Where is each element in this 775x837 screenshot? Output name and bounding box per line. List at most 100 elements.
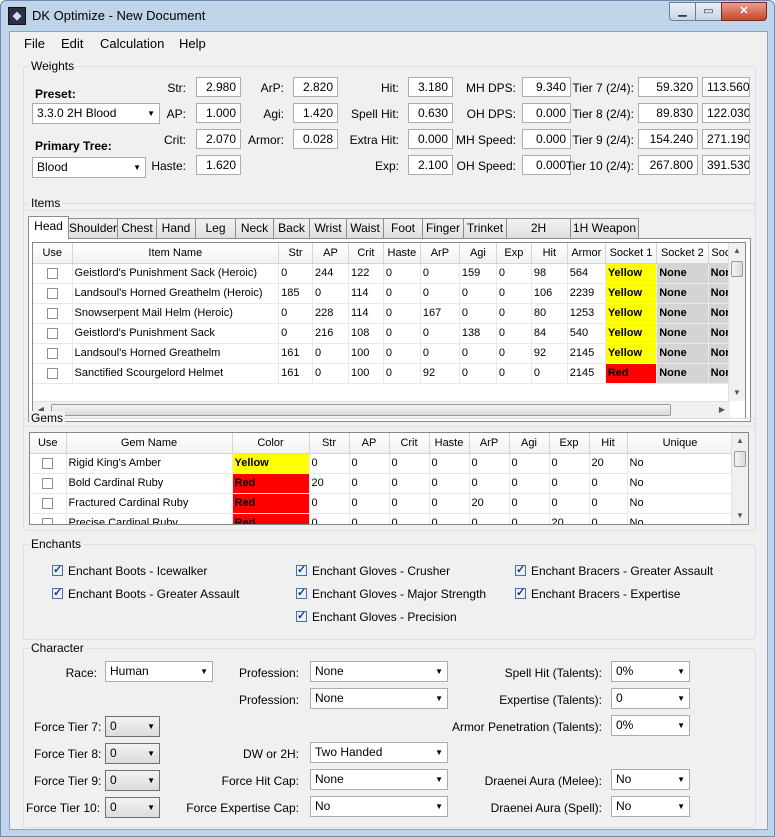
stat-cell[interactable]: 100 <box>348 343 384 364</box>
stat-cell[interactable]: 0 <box>459 343 497 364</box>
gem-name-cell[interactable]: Bold Cardinal Ruby <box>66 473 233 494</box>
socket-cell[interactable]: None <box>656 263 709 284</box>
column-header[interactable]: Hit <box>531 243 568 264</box>
stat-cell[interactable]: 0 <box>312 283 349 304</box>
gem-name-cell[interactable]: Fractured Cardinal Ruby <box>66 493 233 514</box>
stat-cell[interactable]: 0 <box>496 283 532 304</box>
tier7-2pc-field[interactable]: 59.320 <box>638 77 698 97</box>
table-row[interactable]: Geistlord's Punishment Sack (Heroic) 0 244… <box>33 263 730 284</box>
gem-color-cell[interactable]: Red <box>232 493 310 514</box>
stat-cell[interactable]: 0 <box>496 363 532 384</box>
stat-cell[interactable]: 92 <box>531 343 568 364</box>
force-tier10-select[interactable]: 0 ▼ <box>105 797 160 818</box>
items-grid[interactable]: Use Item Name Str AP Crit Haste ArP Agi Exp Hit Ar… <box>32 242 746 419</box>
socket-cell[interactable]: None <box>708 263 730 284</box>
stat-cell[interactable]: 0 <box>589 493 628 514</box>
stat-cell[interactable]: 0 <box>496 343 532 364</box>
stat-cell[interactable]: 0 <box>312 363 349 384</box>
socket-cell[interactable]: Yellow <box>605 263 658 284</box>
stat-cell[interactable]: 0 <box>549 493 590 514</box>
stat-cell[interactable]: 0 <box>389 493 430 514</box>
stat-cell[interactable]: 80 <box>531 303 568 324</box>
tab-hand[interactable]: Hand <box>156 218 196 238</box>
stat-cell[interactable]: 0 <box>469 473 510 494</box>
use-cell[interactable] <box>30 473 67 494</box>
enchant-gloves-major-strength[interactable]: Enchant Gloves - Major Strength <box>296 586 486 601</box>
socket-cell[interactable]: Yellow <box>605 323 658 344</box>
column-header[interactable]: Hit <box>589 433 628 454</box>
table-row[interactable]: Fractured Cardinal Ruby Red 0 0 0 0 20 0 0 0 No <box>30 493 733 514</box>
stat-cell[interactable]: 2145 <box>567 343 606 364</box>
gems-vertical-scrollbar[interactable]: ▲ ▼ <box>731 433 748 524</box>
item-name-cell[interactable]: Sanctified Scourgelord Helmet <box>72 363 280 384</box>
tier7-4pc-field[interactable]: 113.560 <box>702 77 750 97</box>
stat-cell[interactable]: 0 <box>383 263 421 284</box>
stat-cell[interactable]: 0 <box>383 363 421 384</box>
stat-cell[interactable]: 0 <box>420 343 460 364</box>
primary-tree-select[interactable]: Blood ▼ <box>32 157 146 178</box>
tab-finger[interactable]: Finger <box>422 218 464 238</box>
checkbox-checked-icon[interactable] <box>515 563 526 576</box>
enchant-boots-greater-assault[interactable]: Enchant Boots - Greater Assault <box>52 586 239 601</box>
socket-cell[interactable]: None <box>708 303 730 324</box>
stat-cell[interactable]: 84 <box>531 323 568 344</box>
column-header[interactable]: Armor <box>567 243 606 264</box>
column-header[interactable]: Use <box>33 243 73 264</box>
stat-cell[interactable]: 0 <box>429 493 470 514</box>
use-cell[interactable] <box>30 513 67 524</box>
socket-cell[interactable]: None <box>708 363 730 384</box>
stat-cell[interactable]: 0 <box>459 283 497 304</box>
minimize-button[interactable]: ▁ <box>669 2 696 21</box>
stat-cell[interactable]: 161 <box>278 363 313 384</box>
menu-edit[interactable]: Edit <box>61 36 83 51</box>
force-expertise-cap-select[interactable]: No ▼ <box>310 796 448 817</box>
checkbox-icon[interactable] <box>42 457 54 469</box>
scroll-thumb[interactable] <box>734 451 746 467</box>
tab-2h-weapon[interactable]: 2H Weapon <box>506 218 571 253</box>
socket-cell[interactable]: None <box>708 323 730 344</box>
checkbox-checked-icon[interactable] <box>52 586 63 599</box>
column-header[interactable]: ArP <box>420 243 460 264</box>
column-header[interactable]: Haste <box>383 243 421 264</box>
tier9-2pc-field[interactable]: 154.240 <box>638 129 698 149</box>
stat-cell[interactable]: 0 <box>383 323 421 344</box>
use-cell[interactable] <box>33 283 73 304</box>
socket-cell[interactable]: Yellow <box>605 303 658 324</box>
stat-cell[interactable]: 216 <box>312 323 349 344</box>
column-header[interactable]: Str <box>278 243 313 264</box>
column-header[interactable]: Color <box>232 433 310 454</box>
stat-cell[interactable]: 0 <box>278 263 313 284</box>
dw-or-2h-select[interactable]: Two Handed ▼ <box>310 742 448 763</box>
profession2-select[interactable]: None ▼ <box>310 688 448 709</box>
socket-cell[interactable]: Yellow <box>605 343 658 364</box>
enchant-gloves-crusher[interactable]: Enchant Gloves - Crusher <box>296 563 450 578</box>
column-header[interactable]: Str <box>309 433 350 454</box>
stat-cell[interactable]: 20 <box>589 453 628 474</box>
armor-weight-field[interactable]: 0.028 <box>293 129 338 149</box>
force-tier7-select[interactable]: 0 ▼ <box>105 716 160 737</box>
table-row[interactable]: Snowserpent Mail Helm (Heroic) 0 228 114 0 16… <box>33 303 730 324</box>
item-name-cell[interactable]: Geistlord's Punishment Sack (Heroic) <box>72 263 280 284</box>
checkbox-checked-icon[interactable] <box>296 563 307 576</box>
checkbox-icon[interactable] <box>46 307 58 319</box>
column-header[interactable]: AP <box>312 243 349 264</box>
tab-waist[interactable]: Waist <box>346 218 384 238</box>
stat-cell[interactable]: 138 <box>459 323 497 344</box>
column-header[interactable]: Agi <box>509 433 550 454</box>
enchant-bracers-greater-assault[interactable]: Enchant Bracers - Greater Assault <box>515 563 713 578</box>
item-name-cell[interactable]: Landsoul's Horned Greathelm (Heroic) <box>72 283 280 304</box>
table-row[interactable]: Geistlord's Punishment Sack 0 216 108 0 0 138 0… <box>33 323 730 344</box>
socket-cell[interactable]: None <box>656 343 709 364</box>
tier9-4pc-field[interactable]: 271.190 <box>702 129 750 149</box>
stat-cell[interactable]: 2239 <box>567 283 606 304</box>
use-cell[interactable] <box>30 493 67 514</box>
stat-cell[interactable]: 0 <box>509 513 550 524</box>
column-header[interactable]: AP <box>349 433 390 454</box>
stat-cell[interactable]: 228 <box>312 303 349 324</box>
stat-cell[interactable]: 1253 <box>567 303 606 324</box>
column-header[interactable]: Agi <box>459 243 497 264</box>
stat-cell[interactable]: 0 <box>509 473 550 494</box>
stat-cell[interactable]: 0 <box>309 493 350 514</box>
stat-cell[interactable]: 0 <box>278 303 313 324</box>
checkbox-icon[interactable] <box>42 497 54 509</box>
